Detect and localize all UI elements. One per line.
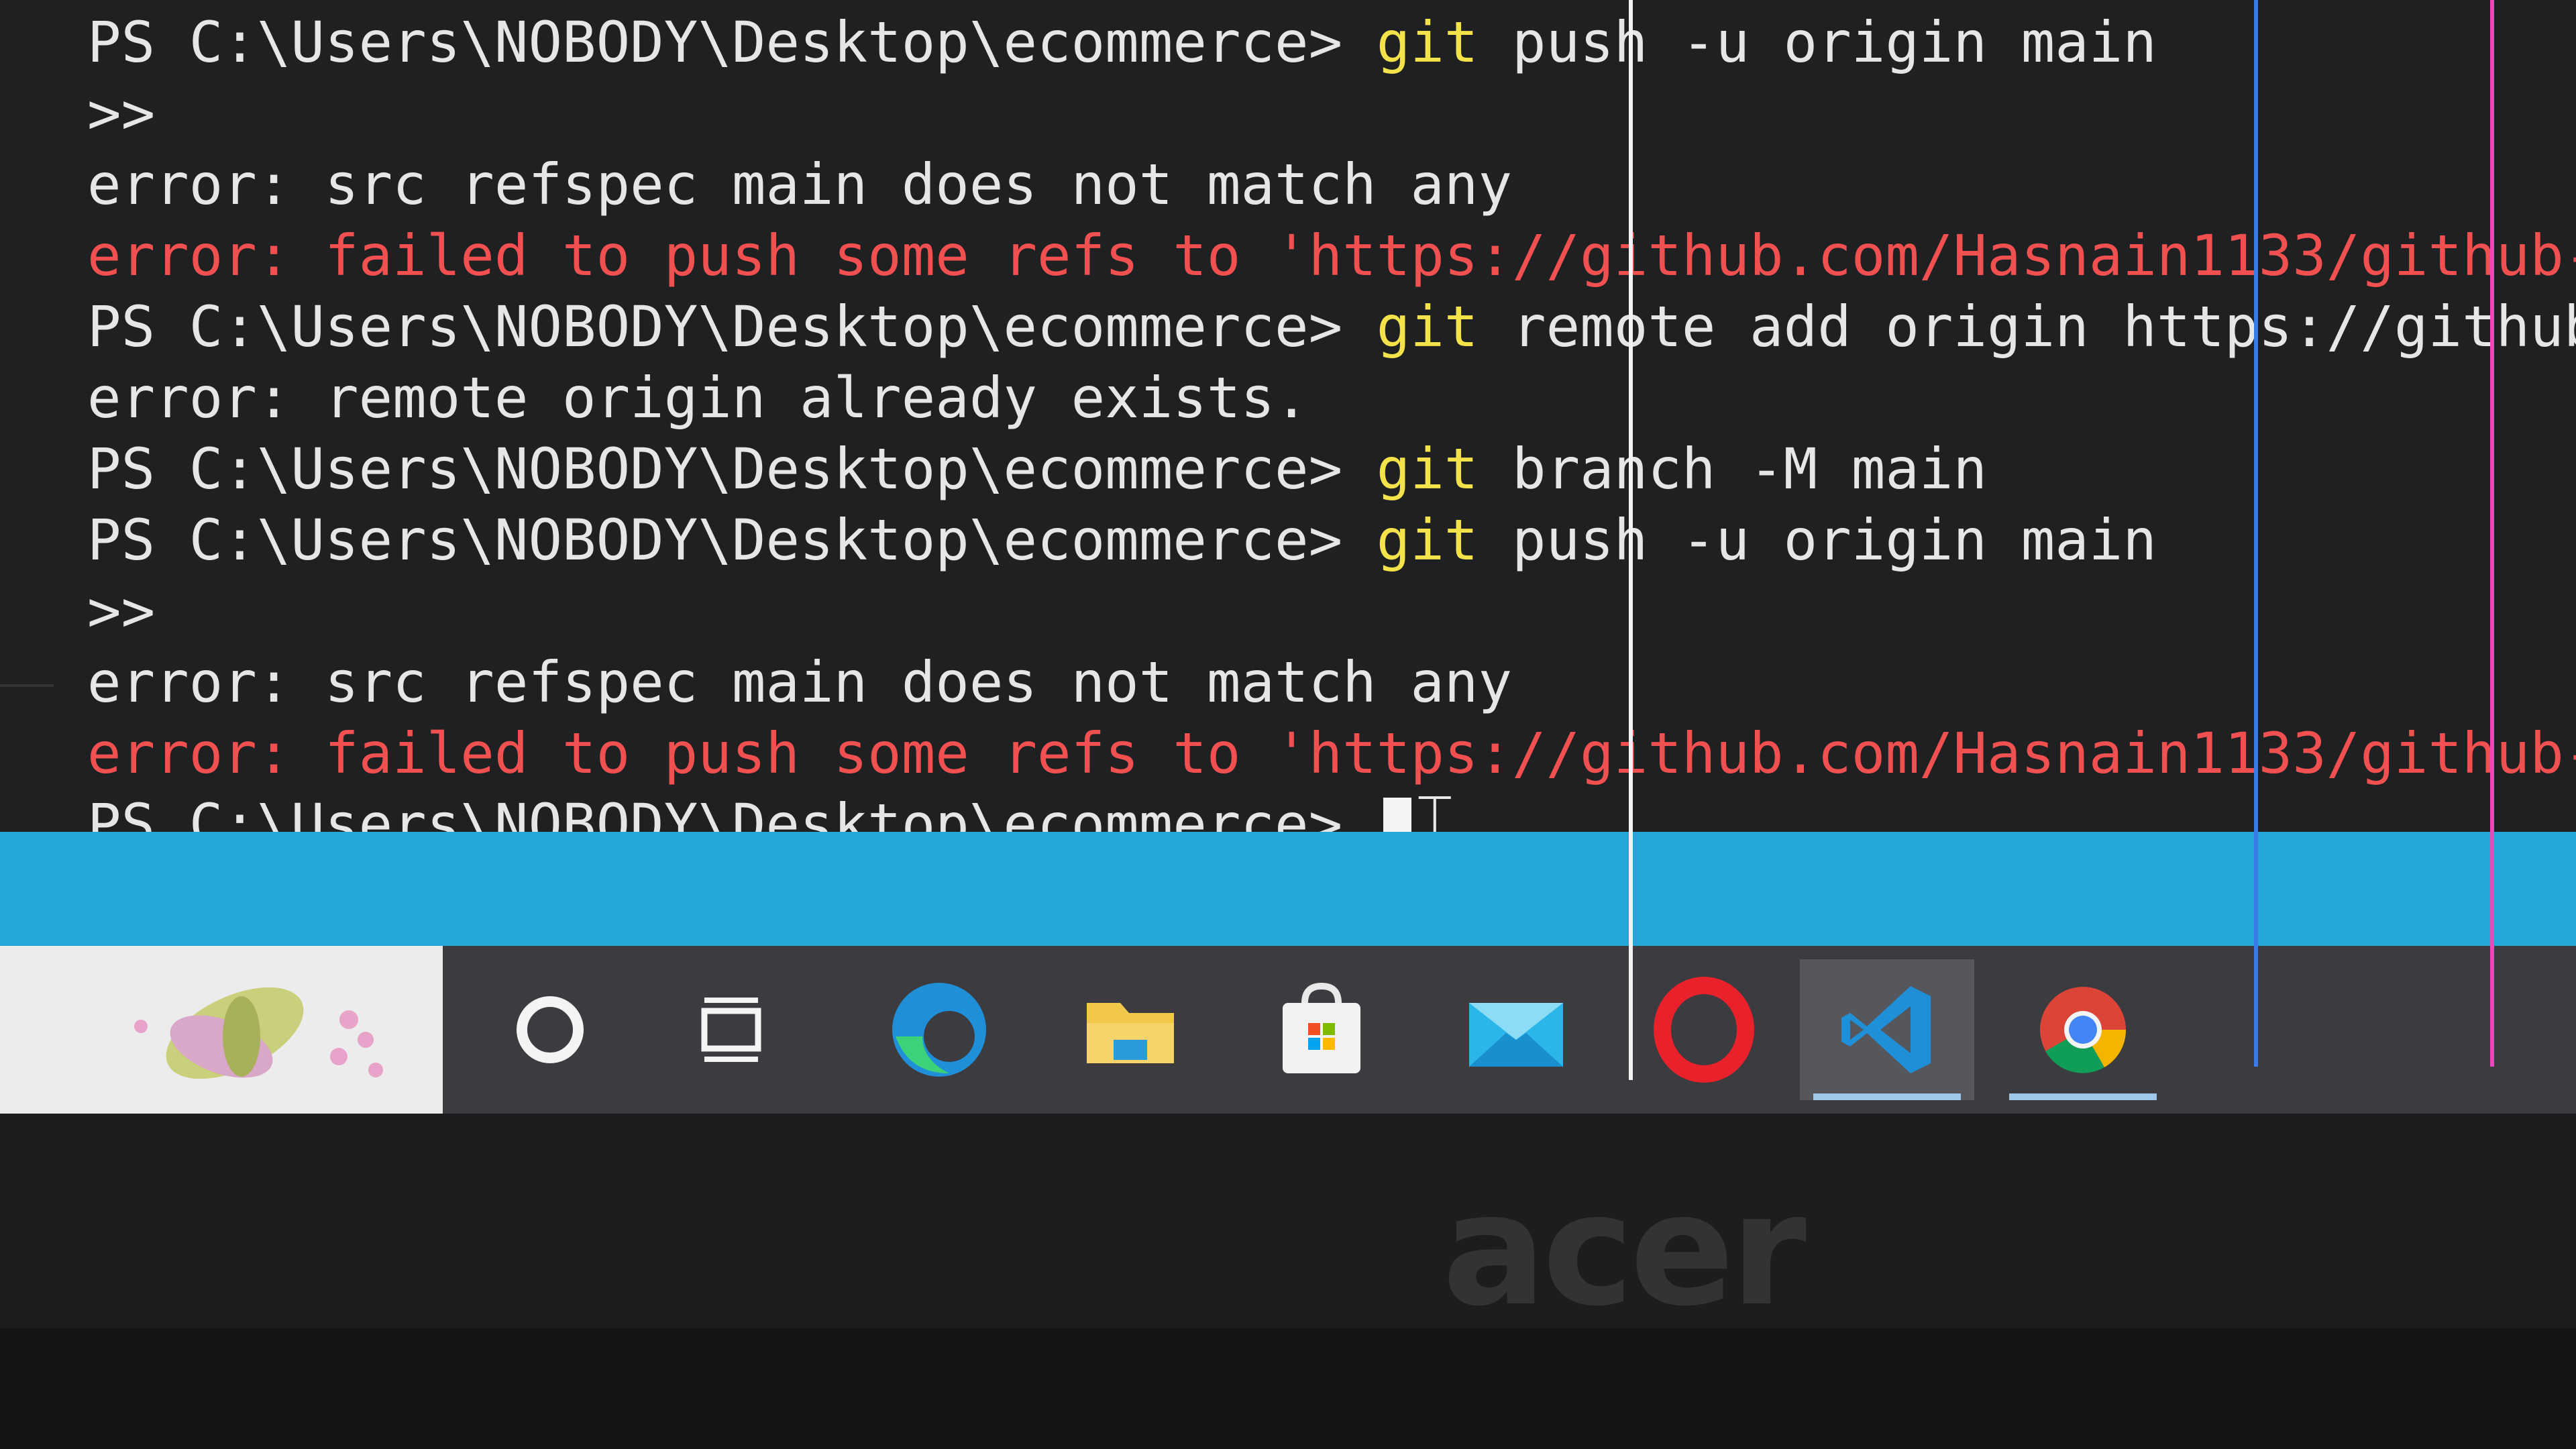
microsoft-store-button[interactable] <box>1234 959 1409 1100</box>
task-view-button[interactable] <box>644 959 818 1100</box>
photo-scanline-white <box>1629 0 1633 1080</box>
error-message: error: src refspec main does not match a… <box>87 649 1513 715</box>
microsoft-store-icon <box>1283 982 1360 1073</box>
vscode-button[interactable] <box>1800 959 1974 1100</box>
prompt: PS C:\Users\NOBODY\Desktop\ecommerce> <box>87 507 1377 573</box>
opera-button[interactable] <box>1617 959 1791 1100</box>
terminal-line-2: >> <box>87 78 2569 149</box>
photo-scanline-blue <box>2254 0 2258 1067</box>
file-explorer-icon <box>1087 1003 1174 1063</box>
command-args: branch -M main <box>1478 436 1988 502</box>
terminal-line-9: >> <box>87 576 2569 647</box>
cortana-search-button[interactable] <box>463 959 637 1100</box>
terminal-line-7: PS C:\Users\NOBODY\Desktop\ecommerce> gi… <box>87 433 2569 504</box>
status-bar <box>0 832 2576 946</box>
task-view-icon <box>701 998 761 1062</box>
command-args: push -u origin main <box>1478 507 2157 573</box>
opera-icon <box>1654 977 1754 1083</box>
active-indicator <box>2009 1093 2157 1100</box>
terminal-line-11: error: failed to push some refs to 'http… <box>87 718 2576 789</box>
terminal-line-8: PS C:\Users\NOBODY\Desktop\ecommerce> gi… <box>87 504 2569 576</box>
chrome-button[interactable] <box>1996 959 2170 1100</box>
file-explorer-button[interactable] <box>1043 959 1218 1100</box>
terminal-line-10: error: src refspec main does not match a… <box>87 647 2569 718</box>
cortana-search-icon <box>517 996 584 1063</box>
photo-scanline-pink <box>2490 0 2494 1067</box>
continuation-marker: >> <box>87 578 156 644</box>
monitor-photo: PS C:\Users\NOBODY\Desktop\ecommerce> gi… <box>0 0 2576 1449</box>
terminal-panel[interactable]: PS C:\Users\NOBODY\Desktop\ecommerce> gi… <box>0 0 2576 832</box>
active-indicator <box>1813 1093 1961 1100</box>
moth-flower-image <box>0 946 443 1114</box>
terminal-output[interactable]: PS C:\Users\NOBODY\Desktop\ecommerce> gi… <box>87 7 2576 832</box>
prompt: PS C:\Users\NOBODY\Desktop\ecommerce> <box>87 436 1377 502</box>
edge-icon <box>892 983 986 1077</box>
terminal-line-1: PS C:\Users\NOBODY\Desktop\ecommerce> gi… <box>87 7 2569 78</box>
monitor-brand-logo: acer <box>1442 1161 1807 1340</box>
push-error-message: error: failed to push some refs to 'http… <box>87 223 2576 288</box>
prompt: PS C:\Users\NOBODY\Desktop\ecommerce> <box>87 9 1377 75</box>
command-args: push -u origin main <box>1478 9 2157 75</box>
terminal-line-3: error: src refspec main does not match a… <box>87 149 2569 220</box>
git-keyword: git <box>1376 294 1479 360</box>
mail-button[interactable] <box>1429 959 1603 1100</box>
prompt: PS C:\Users\NOBODY\Desktop\ecommerce> <box>87 792 1377 832</box>
git-keyword: git <box>1376 9 1479 75</box>
chrome-icon <box>2040 987 2127 1073</box>
text-cursor <box>1383 798 1411 832</box>
terminal-line-6: error: remote origin already exists. <box>87 362 2569 433</box>
continuation-marker: >> <box>87 80 156 146</box>
edge-button[interactable] <box>852 959 1026 1100</box>
error-message: error: src refspec main does not match a… <box>87 152 1513 217</box>
panel-edge-mark <box>0 684 54 687</box>
command-args: remote add origin https://github.com/Has… <box>1512 294 2576 360</box>
error-message: error: remote origin already exists. <box>87 365 1309 431</box>
terminal-line-12: PS C:\Users\NOBODY\Desktop\ecommerce> <box>87 789 2569 832</box>
terminal-line-4: error: failed to push some refs to 'http… <box>87 220 2576 291</box>
git-keyword: git <box>1376 507 1479 573</box>
git-keyword: git <box>1376 436 1479 502</box>
terminal-line-5: PS C:\Users\NOBODY\Desktop\ecommerce> gi… <box>87 291 2576 362</box>
prompt: PS C:\Users\NOBODY\Desktop\ecommerce> <box>87 294 1377 360</box>
push-error-message: error: failed to push some refs to 'http… <box>87 720 2576 786</box>
wallpaper-thumbnail <box>0 946 443 1114</box>
taskbar <box>0 946 2576 1114</box>
mail-icon <box>1469 1003 1563 1067</box>
monitor-base <box>0 1328 2576 1449</box>
vscode-icon <box>1841 986 1931 1073</box>
ibeam-cursor-icon: ⌶ <box>1415 781 1454 832</box>
